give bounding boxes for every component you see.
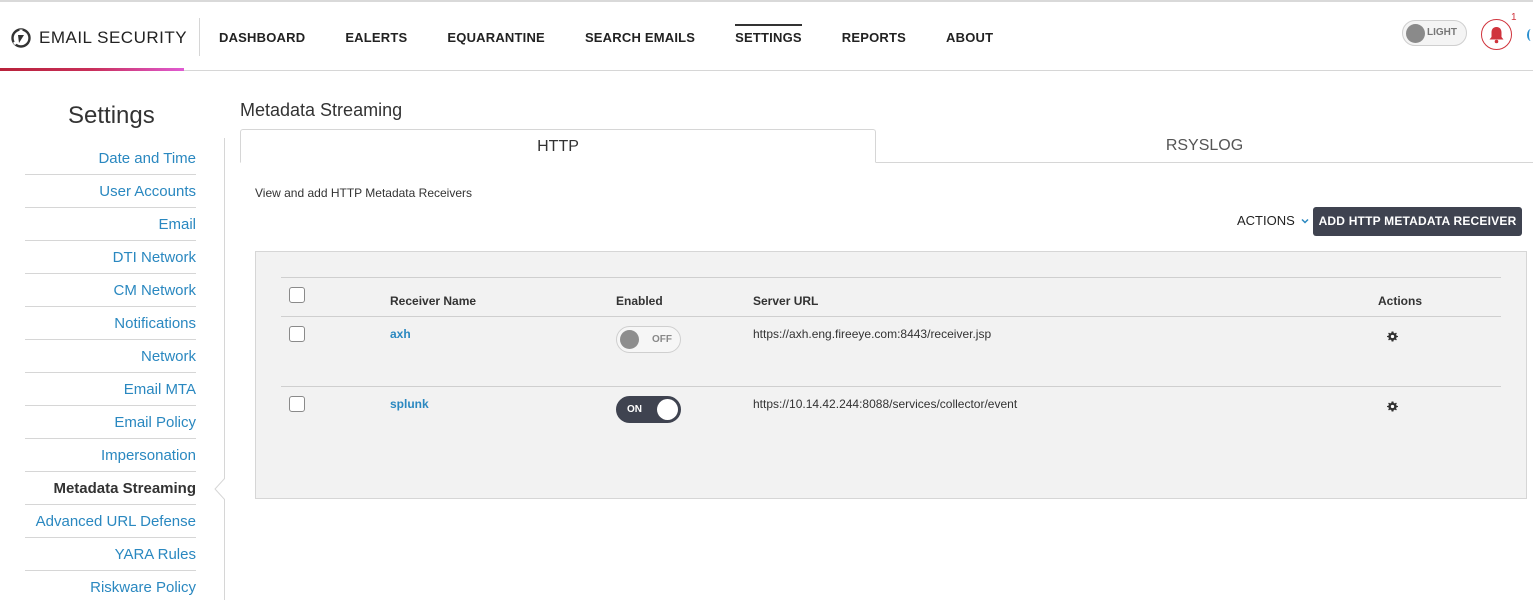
table-row-divider (281, 386, 1501, 387)
nav-about[interactable]: ABOUT (946, 2, 993, 73)
toggle-label: OFF (652, 334, 672, 345)
receiver-name-link[interactable]: splunk (390, 397, 429, 411)
sidebar-item-email[interactable]: Email (25, 208, 196, 241)
add-http-metadata-receiver-button[interactable]: ADD HTTP METADATA RECEIVER (1313, 207, 1522, 236)
row-checkbox-axh[interactable] (289, 326, 305, 342)
sidebar-item-riskware-policy[interactable]: Riskware Policy (25, 571, 196, 604)
active-item-pointer-icon (214, 478, 234, 500)
nav-dashboard[interactable]: DASHBOARD (219, 2, 305, 73)
theme-toggle[interactable]: LIGHT (1402, 20, 1467, 46)
server-url-text: https://axh.eng.fireeye.com:8443/receive… (753, 327, 992, 341)
nav-equarantine[interactable]: EQUARANTINE (447, 2, 545, 73)
sidebar-item-email-mta[interactable]: Email MTA (25, 373, 196, 406)
actions-dropdown-label: ACTIONS (1237, 213, 1295, 228)
nav-settings[interactable]: SETTINGS (735, 2, 802, 73)
brand-accent-bar (0, 68, 184, 71)
row-checkbox-splunk[interactable] (289, 396, 305, 412)
sidebar-item-user-accounts[interactable]: User Accounts (25, 175, 196, 208)
nav-ealerts[interactable]: EALERTS (345, 2, 407, 73)
nav-search-emails[interactable]: SEARCH EMAILS (585, 2, 695, 73)
receivers-table-panel (255, 251, 1527, 499)
sidebar-item-date-and-time[interactable]: Date and Time (25, 142, 196, 175)
page-title: Metadata Streaming (240, 100, 403, 120)
tab-rsyslog[interactable]: RSYSLOG (876, 129, 1533, 163)
bell-icon (1489, 27, 1504, 44)
theme-toggle-knob (1406, 24, 1425, 43)
gear-icon[interactable] (1387, 401, 1398, 412)
brand-logo-icon (11, 28, 31, 48)
brand-name: EMAIL SECURITY (39, 28, 188, 47)
brand-separator (199, 18, 200, 56)
enabled-toggle-splunk[interactable]: ON (616, 396, 681, 423)
brand[interactable]: EMAIL SECURITY (10, 26, 187, 50)
toggle-knob (620, 330, 639, 349)
toggle-knob (657, 399, 678, 420)
column-header-server-url[interactable]: Server URL (753, 294, 818, 308)
help-text: View and add HTTP Metadata Receivers (255, 186, 473, 200)
sidebar-item-cm-network[interactable]: CM Network (25, 274, 196, 307)
table-header-border (281, 316, 1501, 317)
sidebar-divider (224, 138, 225, 600)
server-url-text: https://10.14.42.244:8088/services/colle… (753, 397, 1018, 411)
toggle-label: ON (627, 404, 642, 415)
sidebar-title: Settings (68, 102, 155, 129)
user-menu-icon[interactable] (1527, 29, 1533, 41)
sidebar-item-yara-rules[interactable]: YARA Rules (25, 538, 196, 571)
gear-icon[interactable] (1387, 331, 1398, 342)
tab-http[interactable]: HTTP (240, 129, 876, 163)
sidebar-item-dti-network[interactable]: DTI Network (25, 241, 196, 274)
column-header-receiver-name[interactable]: Receiver Name (390, 294, 476, 308)
notification-count-badge: 1 (1511, 12, 1517, 23)
chevron-down-icon (1301, 218, 1309, 224)
enabled-toggle-axh[interactable]: OFF (616, 326, 681, 353)
main-nav: DASHBOARD EALERTS EQUARANTINE SEARCH EMA… (219, 2, 1033, 73)
receiver-name-link[interactable]: axh (390, 327, 411, 341)
table-top-border (281, 277, 1501, 278)
nav-reports[interactable]: REPORTS (842, 2, 906, 73)
actions-dropdown[interactable]: ACTIONS (1237, 213, 1309, 228)
sidebar-item-network[interactable]: Network (25, 340, 196, 373)
notifications-button[interactable] (1481, 19, 1512, 50)
sidebar-item-metadata-streaming[interactable]: Metadata Streaming (25, 472, 196, 505)
theme-toggle-label: LIGHT (1427, 27, 1457, 38)
sidebar-item-advanced-url-defense[interactable]: Advanced URL Defense (25, 505, 196, 538)
sidebar-item-impersonation[interactable]: Impersonation (25, 439, 196, 472)
column-header-actions: Actions (1378, 294, 1423, 308)
top-bar: EMAIL SECURITY DASHBOARD EALERTS EQUARAN… (0, 0, 1533, 71)
sidebar-item-notifications[interactable]: Notifications (25, 307, 196, 340)
column-header-enabled[interactable]: Enabled (616, 294, 663, 308)
sidebar-item-email-policy[interactable]: Email Policy (25, 406, 196, 439)
select-all-checkbox[interactable] (289, 287, 305, 303)
settings-sidebar: Date and Time User Accounts Email DTI Ne… (25, 142, 196, 604)
